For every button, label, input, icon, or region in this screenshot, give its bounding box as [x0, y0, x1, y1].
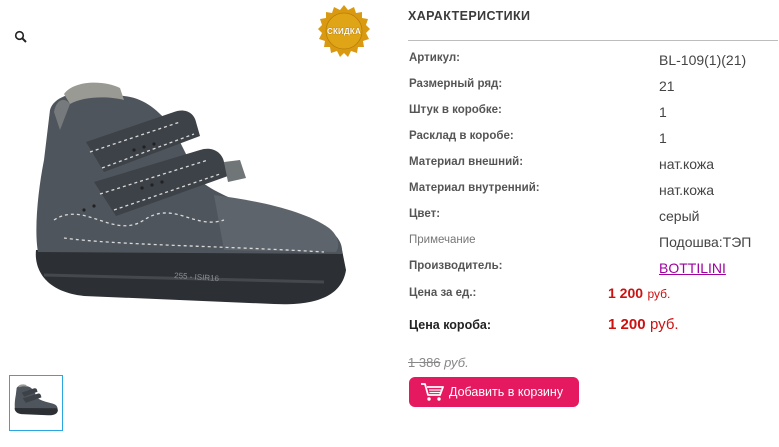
sale-badge: СКИДКА — [317, 4, 371, 58]
spec-row-size-range: Размерный ряд: 21 — [408, 78, 779, 102]
spec-row-color: Цвет: серый — [408, 208, 779, 232]
spec-value: 1 — [659, 104, 667, 120]
spec-row-manufacturer: Производитель: BOTTILINI — [408, 260, 779, 284]
spec-label: Материал внутренний: — [409, 182, 540, 194]
old-price-currency: руб. — [444, 355, 469, 370]
spec-row-note: Примечание Подошва:ТЭП — [408, 234, 779, 258]
unit-price: 1 200 руб. — [608, 285, 670, 303]
product-thumbnail[interactable] — [9, 375, 63, 431]
unit-price-row: Цена за ед.: 1 200 руб. — [408, 285, 779, 311]
spec-label: Размерный ряд: — [409, 78, 503, 90]
add-to-cart-button[interactable]: Добавить в корзину — [409, 377, 579, 407]
add-to-cart-label: Добавить в корзину — [449, 385, 564, 399]
box-price: 1 200 руб. — [608, 316, 679, 334]
unit-price-amount: 1 200 — [608, 285, 644, 301]
spec-label: Артикул: — [409, 52, 461, 64]
spec-label: Примечание — [409, 234, 476, 246]
spec-value: нат.кожа — [659, 182, 715, 198]
box-price-currency: руб. — [650, 316, 679, 333]
spec-row-outer-material: Материал внешний: нат.кожа — [408, 156, 779, 180]
characteristics-title: ХАРАКТЕРИСТИКИ — [408, 9, 531, 23]
product-image[interactable]: 255 - ISIR16 — [24, 70, 354, 320]
spec-value: серый — [659, 208, 700, 224]
shopping-cart-icon — [421, 383, 444, 401]
spec-label: Штук в коробке: — [409, 104, 502, 116]
spec-value: Подошва:ТЭП — [659, 234, 752, 250]
spec-row-box-layout: Расклад в коробе: 1 — [408, 130, 779, 154]
spec-value: BL-109(1)(21) — [659, 52, 747, 68]
spec-value: 21 — [659, 78, 675, 94]
spec-label: Цвет: — [409, 208, 441, 220]
spec-row-article: Артикул: BL-109(1)(21) — [408, 52, 779, 76]
manufacturer-link[interactable]: BOTTILINI — [659, 260, 726, 276]
spec-label: Расклад в коробе: — [409, 130, 514, 142]
unit-price-label: Цена за ед.: — [409, 287, 477, 299]
spec-label: Производитель: — [409, 260, 503, 272]
old-price: 1 386 руб. — [408, 355, 469, 370]
unit-price-currency: руб. — [647, 287, 671, 301]
sale-badge-label: СКИДКА — [327, 26, 361, 36]
thumbnail-image — [14, 384, 58, 416]
spec-row-inner-material: Материал внутренний: нат.кожа — [408, 182, 779, 206]
spec-value: 1 — [659, 130, 667, 146]
magnifier-icon[interactable] — [14, 30, 28, 44]
divider — [408, 40, 778, 41]
box-price-amount: 1 200 — [608, 316, 646, 333]
spec-label: Материал внешний: — [409, 156, 524, 168]
box-price-row: Цена короба: 1 200 руб. — [408, 316, 779, 342]
spec-value: нат.кожа — [659, 156, 715, 172]
old-price-amount: 1 386 — [408, 355, 441, 370]
box-price-label: Цена короба: — [409, 318, 492, 332]
spec-row-pieces-per-box: Штук в коробке: 1 — [408, 104, 779, 128]
